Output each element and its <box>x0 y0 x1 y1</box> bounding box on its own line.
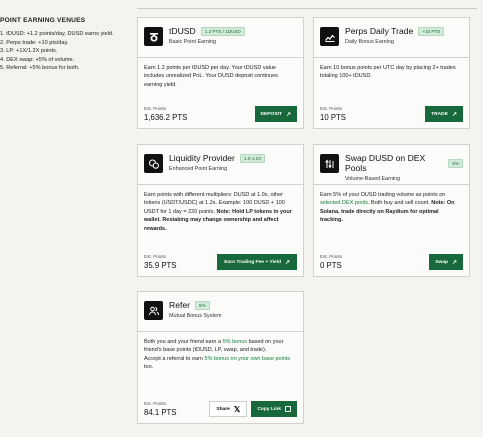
perps-card: Perps Daily Trade +10 PTS Daily Bonus Ea… <box>313 17 470 129</box>
swap-title: Swap DUSD on DEX Pools <box>345 153 426 173</box>
chart-line-icon <box>320 27 339 46</box>
refer-subtitle: Mutual Bonus System <box>169 313 222 319</box>
refer-bonus-badge: 5% <box>195 300 210 310</box>
perps-card-header: Perps Daily Trade +10 PTS Daily Bonus Ea… <box>314 18 469 58</box>
swap-card: Swap DUSD on DEX Pools 5% Volume-Based E… <box>313 144 470 277</box>
earn-trading-fee-button[interactable]: Earn Trading Fee + Yield ↗ <box>217 254 297 270</box>
refer-card: Refer 5% Mutual Bonus System Both you an… <box>137 291 304 424</box>
swap-text-a: Earn 5% of your DUSD trading volume as p… <box>320 192 446 198</box>
perps-points-value: 10 PTS <box>320 113 347 122</box>
swap-points-value: 0 PTS <box>320 261 342 270</box>
refer-text-a: Both you and your friend earn a <box>144 339 223 345</box>
copy-link-button[interactable]: Copy Link <box>251 401 297 417</box>
venue-item: 1. tDUSD: +1.2 points/day, DUSD earns yi… <box>0 31 114 37</box>
lp-card-header: Liquidity Provider 1.0-1.2X Enhanced Poi… <box>138 145 303 185</box>
venues-sidebar: POINT EARNING VENUES 1. tDUSD: +1.2 poin… <box>0 17 125 73</box>
points-label: Est. Points <box>320 254 342 259</box>
swap-text-b: . Both buy and sell count. <box>368 200 430 207</box>
selected-dex-pools-link[interactable]: selected DEX pools <box>320 200 368 206</box>
perps-subtitle: Daily Bonus Earning <box>345 39 394 45</box>
points-label: Est. Points <box>144 401 166 406</box>
tdusd-points-value: 1,636.2 PTS <box>144 113 188 122</box>
swap-arrows-icon <box>320 154 339 173</box>
venue-item: 2. Perps trade: +10 pts/day. <box>0 39 69 46</box>
refer-card-header: Refer 5% Mutual Bonus System <box>138 292 303 332</box>
share-button-label: Share <box>216 406 230 412</box>
refer-text-c: Accept a referral to earn <box>144 355 205 362</box>
swap-button[interactable]: Swap ↗ <box>429 254 463 270</box>
lp-points-value: 35.9 PTS <box>144 261 177 270</box>
tdusd-card-header: tDUSD 1.2 PTS / 1DUSD Basic Point Earnin… <box>138 18 303 58</box>
arrow-up-right-icon: ↗ <box>285 111 291 118</box>
lp-subtitle: Enhanced Point Earning <box>169 166 228 172</box>
points-label: Est. Points <box>144 254 166 259</box>
trade-button[interactable]: TRADE ↗ <box>425 106 463 122</box>
tdusd-card: tDUSD 1.2 PTS / 1DUSD Basic Point Earnin… <box>137 17 304 129</box>
x-logo-icon: 𝕏 <box>233 404 241 414</box>
swap-button-label: Swap <box>435 259 448 265</box>
arrow-up-right-icon: ↗ <box>284 259 290 266</box>
refer-highlight-own: 5% bonus on your own base points <box>204 355 291 362</box>
earn-button-label: Earn Trading Fee + Yield <box>224 259 281 265</box>
venue-item: 3. LP: +1X/1.2X points. <box>0 48 58 55</box>
tdusd-logo-icon <box>144 27 163 46</box>
copy-icon <box>285 406 291 412</box>
users-icon <box>144 301 163 320</box>
perps-title: Perps Daily Trade <box>345 26 414 36</box>
copy-link-label: Copy Link <box>257 406 281 412</box>
tdusd-description: Earn 1.2 points per tDUSD per day. Your … <box>144 65 278 88</box>
swap-subtitle: Volume-Based Earning <box>345 176 401 182</box>
deposit-button-label: DEPOSIT <box>260 111 282 117</box>
perps-bonus-badge: +10 PTS <box>418 26 445 36</box>
venue-item: 4. DEX swap: +5% of volume. <box>0 56 75 63</box>
refer-title: Refer <box>169 300 191 310</box>
tdusd-rate-badge: 1.2 PTS / 1DUSD <box>200 26 245 36</box>
arrow-up-right-icon: ↗ <box>451 111 457 118</box>
refer-points-value: 84.1 PTS <box>144 408 177 417</box>
deposit-button[interactable]: DEPOSIT ↗ <box>254 106 297 122</box>
lp-multiplier-badge: 1.0-1.2X <box>239 153 266 163</box>
venues-title: POINT EARNING VENUES <box>0 17 86 24</box>
refer-description: Both you and your friend earn a 5% bonus… <box>138 332 303 372</box>
perps-description: Earn 10 bonus points per UTC day by plac… <box>320 65 456 80</box>
lp-description: Earn points with different multipliers: … <box>138 185 303 233</box>
points-label: Est. Points <box>144 106 166 111</box>
coins-icon <box>144 154 163 173</box>
share-button[interactable]: Share 𝕏 <box>209 401 248 417</box>
venue-item: 5. Referral: +5% bonus for both. <box>0 65 80 72</box>
refer-text-d: too. <box>144 364 154 371</box>
lp-title: Liquidity Provider <box>169 153 235 163</box>
swap-card-header: Swap DUSD on DEX Pools 5% Volume-Based E… <box>314 145 469 185</box>
swap-rate-badge: 5% <box>448 158 463 168</box>
tdusd-title: tDUSD <box>169 26 196 36</box>
venues-list: 1. tDUSD: +1.2 points/day, DUSD earns yi… <box>0 30 125 73</box>
lp-card: Liquidity Provider 1.0-1.2X Enhanced Poi… <box>137 144 304 277</box>
trade-button-label: TRADE <box>431 111 448 117</box>
tdusd-subtitle: Basic Point Earning <box>169 39 217 45</box>
top-divider <box>137 8 477 9</box>
swap-description: Earn 5% of your DUSD trading volume as p… <box>314 185 469 225</box>
arrow-up-right-icon: ↗ <box>451 259 457 266</box>
refer-highlight-bonus: 5% bonus <box>222 339 248 345</box>
points-label: Est. Points <box>320 106 342 111</box>
